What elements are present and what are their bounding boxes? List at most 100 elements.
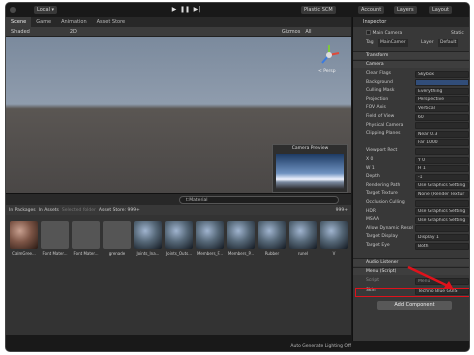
property-label: Culling Mask	[366, 88, 395, 94]
asset-item[interactable]: runel	[288, 221, 318, 261]
property-value[interactable]: 60	[415, 113, 469, 121]
property-label: Projection	[366, 96, 389, 102]
property-value[interactable]: Vertical	[415, 104, 469, 112]
layers-menu-button[interactable]: Layers	[394, 6, 417, 14]
plastic-scm-button[interactable]: Plastic SCM	[301, 6, 336, 14]
asset-item[interactable]: Rubber	[257, 221, 287, 261]
property-value[interactable]: -1	[415, 173, 469, 181]
audio-listener-label: Audio Listener	[366, 260, 399, 265]
project-filter-bar: In Packages In Assets Selected folder As…	[6, 205, 351, 215]
material-thumbnail	[103, 221, 131, 249]
status-bar: Auto Generate Lighting Off	[6, 341, 469, 351]
property-value[interactable]: Skybox	[415, 70, 469, 78]
material-thumbnail	[320, 221, 348, 249]
property-value[interactable]: Far 1000	[415, 139, 469, 147]
account-menu-button[interactable]: Account	[358, 6, 385, 14]
asset-count-badge: 999+	[335, 207, 348, 213]
property-value[interactable]: Y 0	[415, 156, 469, 164]
object-name-field[interactable]: Main Camera	[372, 31, 402, 36]
play-icon[interactable]: ▶	[169, 6, 179, 14]
property-value[interactable]: Display 1	[415, 233, 469, 241]
shading-dropdown[interactable]: Shaded	[11, 29, 30, 35]
property-label: MSAA	[366, 217, 380, 223]
property-row: Target Eye Both	[353, 242, 469, 250]
asset-item[interactable]: Joints_Outs...	[164, 221, 194, 261]
property-label: Viewport Rect	[366, 148, 398, 154]
property-row: Field of View 60	[353, 113, 469, 121]
asset-item[interactable]: Font Mater...	[40, 221, 70, 261]
asset-label: Font Mater...	[42, 251, 68, 256]
property-value[interactable]	[415, 79, 469, 87]
perspective-label[interactable]: < Persp	[318, 69, 336, 74]
property-label: Target Display	[366, 234, 398, 240]
property-value[interactable]: Use Graphics Setting	[415, 216, 469, 224]
property-value[interactable]: None (Render Textur	[415, 190, 469, 198]
property-value[interactable]	[415, 147, 469, 155]
asset-label: Members_F...	[196, 251, 223, 256]
property-value[interactable]: Use Graphics Setting	[415, 182, 469, 190]
property-label: Background	[366, 79, 393, 85]
property-label: Occlusion Culling	[366, 200, 405, 205]
project-search-input[interactable]: t:Material	[179, 196, 339, 204]
scene-viewport[interactable]: < Persp Camera Preview	[6, 37, 351, 193]
filter-in-packages[interactable]: In Packages	[9, 208, 36, 213]
property-value[interactable]	[415, 225, 469, 233]
asset-item[interactable]: grenade	[102, 221, 132, 261]
2d-toggle[interactable]: 2D	[70, 29, 77, 35]
property-label: X 0	[366, 157, 374, 162]
property-value[interactable]	[415, 122, 469, 130]
step-icon[interactable]: ▶|	[192, 6, 202, 14]
filter-asset-store[interactable]: Asset Store: 999+	[99, 208, 140, 213]
window-close-icon[interactable]	[10, 7, 16, 13]
tab-animation[interactable]: Animation	[56, 17, 92, 27]
property-value[interactable]: Everything	[415, 87, 469, 95]
property-value[interactable]: Use Graphics Setting	[415, 208, 469, 216]
tag-layer-row: Tag MainCamer Layer Default	[353, 39, 469, 47]
asset-label: Joints_Outs...	[165, 251, 193, 256]
property-label: Depth	[366, 174, 380, 180]
asset-item[interactable]: Joints_Ina...	[133, 221, 163, 261]
property-row: Background	[353, 79, 469, 87]
property-value[interactable]: H 1	[415, 165, 469, 173]
axis-gizmo-icon[interactable]	[317, 43, 341, 67]
tab-game[interactable]: Game	[31, 17, 56, 27]
tag-dropdown[interactable]: MainCamer	[378, 39, 408, 47]
property-row: Clipping Planes Near 0.3	[353, 130, 469, 138]
property-value[interactable]: Both	[415, 242, 469, 250]
tab-inspector[interactable]: Inspector	[353, 17, 469, 27]
asset-item[interactable]: Members_F...	[195, 221, 225, 261]
asset-label: Joints_Ina...	[136, 251, 160, 256]
property-label: Field of View	[366, 114, 395, 119]
scene-tabbar: Scene Game Animation Asset Store	[6, 17, 351, 27]
tab-asset-store[interactable]: Asset Store	[92, 17, 130, 27]
asset-item[interactable]: V	[319, 221, 349, 261]
object-active-checkbox[interactable]	[366, 30, 371, 35]
layer-dropdown[interactable]: Default	[438, 39, 459, 47]
add-component-button[interactable]: Add Component	[377, 301, 452, 310]
transform-component-header[interactable]: Transform	[353, 51, 469, 59]
property-row: HDR Use Graphics Setting	[353, 208, 469, 216]
static-toggle[interactable]: Static	[451, 30, 464, 38]
filter-selected-folder[interactable]: Selected folder	[62, 208, 96, 213]
camera-component-header[interactable]: Camera	[353, 60, 469, 68]
asset-item[interactable]: Font Mater...	[71, 221, 101, 261]
filter-in-assets[interactable]: In Assets	[39, 208, 59, 213]
property-row: Occlusion Culling	[353, 199, 469, 207]
tab-scene[interactable]: Scene	[6, 17, 32, 27]
layout-menu-button[interactable]: Layout	[429, 6, 452, 14]
property-label: W 1	[366, 165, 375, 171]
pause-icon[interactable]: ❚❚	[180, 6, 190, 14]
gizmos-dropdown[interactable]: Gizmos	[282, 29, 300, 35]
property-value[interactable]	[415, 199, 469, 207]
property-label: Clipping Planes	[366, 131, 401, 137]
property-value[interactable]: Perspective	[415, 96, 469, 104]
asset-item[interactable]: Members_P...	[226, 221, 256, 261]
property-value[interactable]: Near 0.3	[415, 130, 469, 138]
account-local-label: Local	[37, 7, 50, 13]
material-thumbnail	[227, 221, 255, 249]
property-label: Allow Dynamic Resol	[366, 225, 413, 231]
asset-item[interactable]: CalmGree...	[9, 221, 39, 261]
material-thumbnail	[289, 221, 317, 249]
scene-search[interactable]: All	[305, 29, 311, 35]
account-local-button[interactable]: Local ▾	[34, 6, 58, 14]
